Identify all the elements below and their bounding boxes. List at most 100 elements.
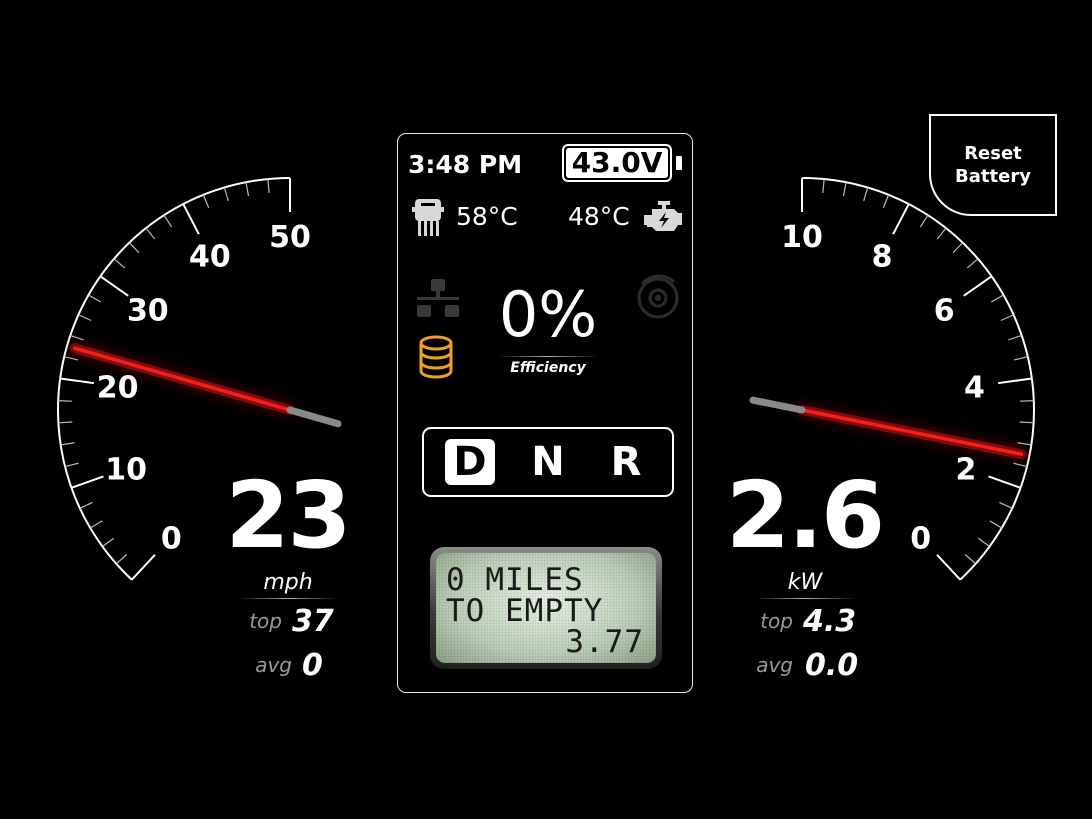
power-major-tick [936,554,961,581]
speed-minor-tick [145,227,156,240]
power-minor-tick [842,182,847,197]
battery-indicator: 43.0V [562,144,672,182]
network-icon [417,279,459,317]
speed-minor-tick [64,356,78,361]
power-avg-label: avg [756,653,793,677]
speed-avg-label: avg [255,653,292,677]
reset-battery-line2: Battery [955,166,1031,187]
center-panel: 3:48 PM 43.0V 58°C 48°C 0% Efficiency D … [397,133,693,693]
power-minor-tick [964,554,977,565]
range-line-1: 0 MILES [446,562,584,598]
power-minor-tick [999,501,1013,509]
range-line-2: TO EMPTY [446,593,604,629]
power-unit-divider [755,598,855,599]
power-minor-tick [977,537,990,547]
speed-major-tick [99,275,129,297]
speed-top-value: 37 [292,604,334,639]
power-minor-tick [919,214,929,228]
database-icon [419,335,453,379]
speed-minor-tick [113,258,126,269]
speed-top-label: top [249,609,282,633]
speed-minor-tick [58,421,73,424]
speed-minor-tick [88,294,101,303]
speed-minor-tick [79,501,93,509]
power-needle-hub [749,396,806,414]
battery-terminal [676,156,682,170]
speed-minor-tick [223,187,229,202]
engine-icon [644,201,682,231]
power-major-tick [892,203,910,235]
speed-minor-tick [267,179,270,194]
power-minor-tick [952,242,964,254]
gear-drive[interactable]: D [445,439,495,485]
speed-value: 23 [225,462,351,569]
power-tick-label: 10 [781,220,823,255]
reset-battery-button[interactable]: Reset Battery [929,114,1057,216]
reset-battery-label: Reset Battery [955,142,1031,188]
speed-major-tick [182,203,200,235]
speed-tick-label: 20 [97,370,139,405]
speed-minor-tick [70,334,84,341]
clock: 3:48 PM [408,150,523,179]
power-minor-tick [882,194,890,208]
power-minor-tick [966,258,979,269]
power-tick-label: 6 [934,294,955,329]
speed-minor-tick [102,537,115,547]
power-tick-label: 4 [964,370,985,405]
motor-temp: 48°C [568,202,630,231]
speed-tick-label: 30 [127,294,169,329]
power-top-label: top [760,609,793,633]
speed-tick-label: 10 [105,452,147,487]
power-minor-tick [989,520,1003,529]
speed-minor-tick [163,214,173,228]
gear-selector: D N R [422,427,674,497]
power-minor-tick [1019,421,1034,424]
power-minor-tick [1014,356,1028,361]
speed-tick-label: 40 [189,240,231,275]
efficiency-divider [498,356,598,357]
power-top-value: 4.3 [803,604,857,639]
power-major-tick [988,475,1021,489]
power-minor-tick [991,294,1004,303]
speed-major-tick [60,377,94,385]
speed-major-tick [131,554,156,581]
speed-unit-divider [238,598,338,599]
efficiency-value: 0% [498,278,598,351]
power-unit: kW [787,570,823,595]
power-minor-tick [1008,334,1022,341]
power-minor-tick [1000,314,1014,322]
speed-tick-label: 0 [161,521,182,556]
power-major-tick [998,377,1032,385]
gear-neutral[interactable]: N [523,439,573,485]
battery-voltage: 43.0V [566,148,668,178]
range-line-3: 3.77 [565,624,644,660]
speed-avg-value: 0 [302,648,323,683]
brake-disc-icon [637,274,679,319]
power-minor-tick [863,187,869,202]
speed-needle-hub [286,406,342,428]
power-tick-label: 0 [910,521,931,556]
gear-reverse[interactable]: R [601,439,651,485]
power-tick-label: 8 [872,240,893,275]
controller-temp: 58°C [456,202,518,231]
speed-minor-tick [128,242,140,254]
power-value: 2.6 [726,462,885,569]
speed-minor-tick [64,462,79,468]
speed-minor-tick [89,520,103,529]
reset-battery-line1: Reset [964,143,1022,164]
speed-minor-tick [58,400,73,402]
speed-minor-tick [115,554,128,565]
speed-minor-tick [78,314,92,322]
power-minor-tick [936,227,947,240]
range-display: 0 MILES TO EMPTY 3.77 [436,553,656,663]
power-needle [800,408,1024,456]
range-display-bezel: 0 MILES TO EMPTY 3.77 [430,547,662,669]
power-avg-value: 0.0 [805,648,859,683]
efficiency-label: Efficiency [510,360,586,376]
power-minor-tick [1019,400,1034,402]
speed-unit: mph [263,570,313,595]
power-minor-tick [1013,462,1028,468]
speed-tick-label: 50 [269,220,311,255]
power-tick-label: 2 [955,452,976,487]
power-major-tick [963,275,993,297]
